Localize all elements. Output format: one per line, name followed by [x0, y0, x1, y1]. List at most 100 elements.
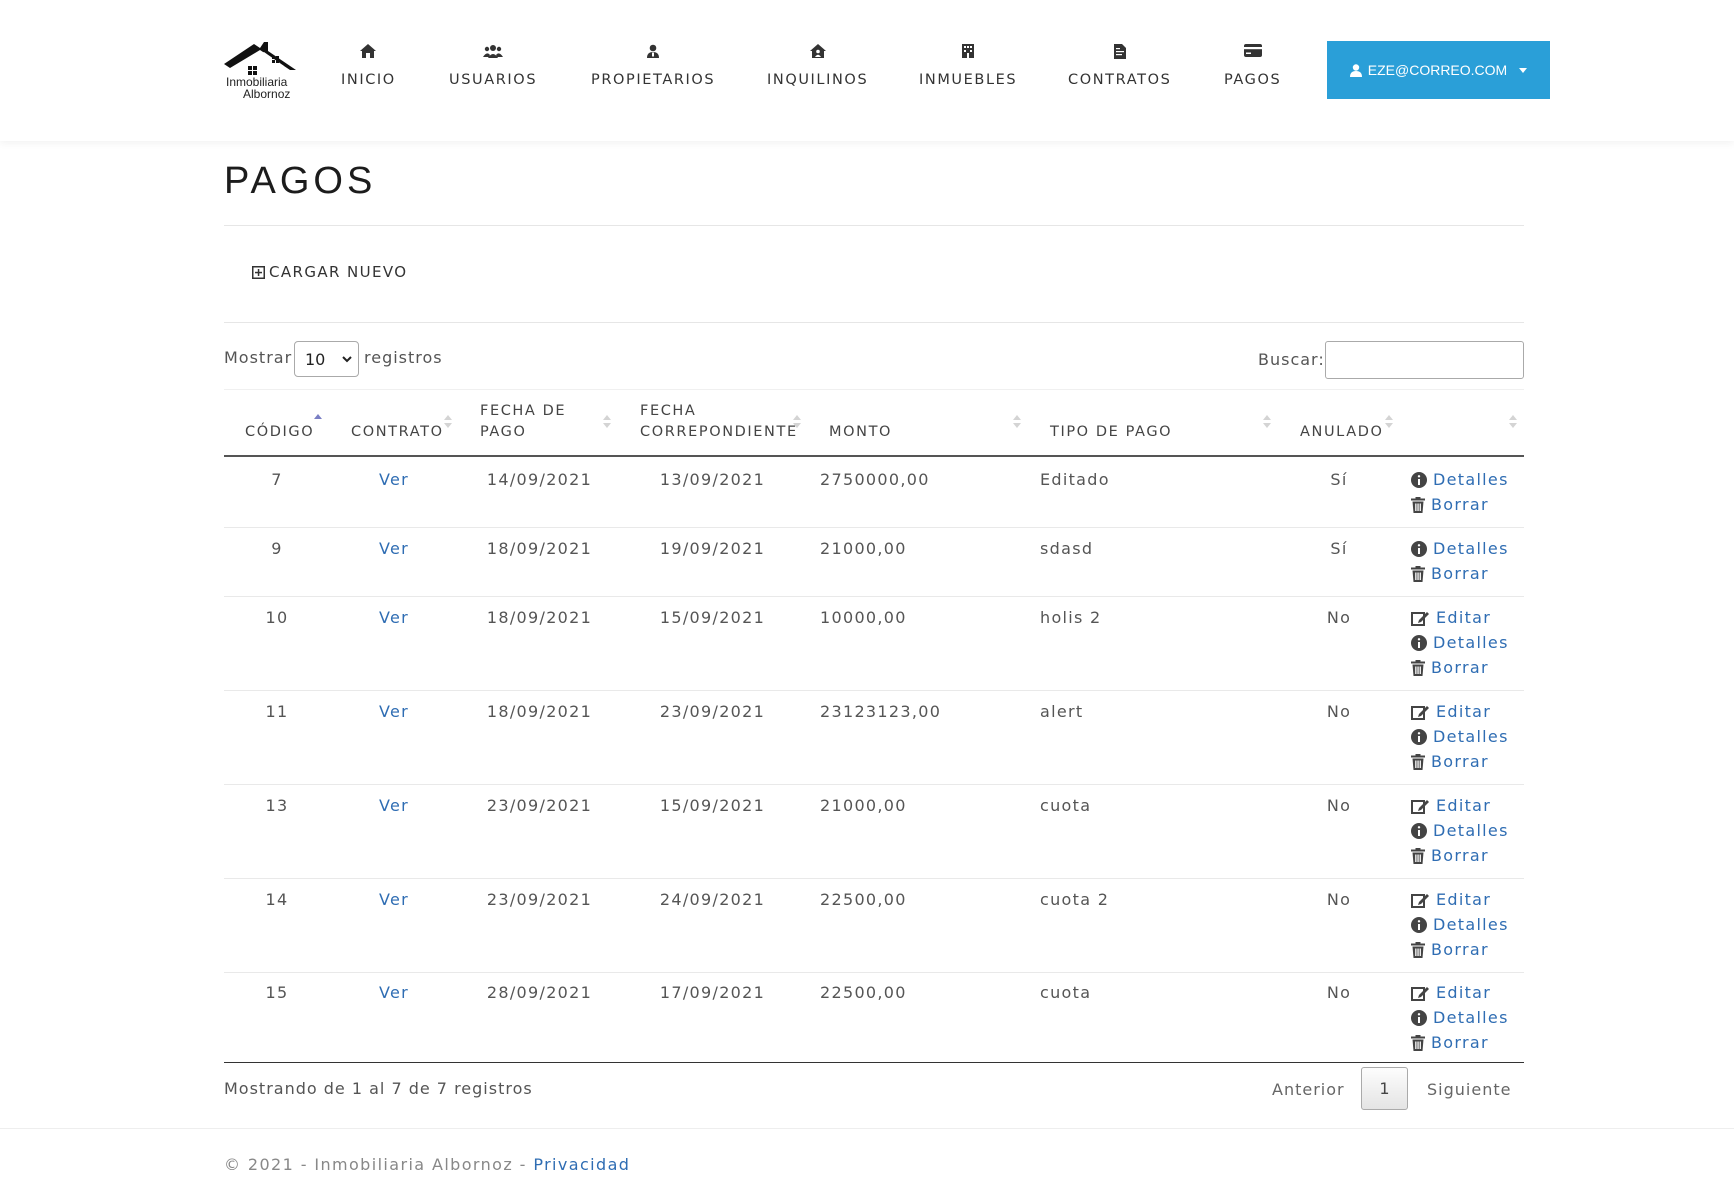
contract-view-link[interactable]: Ver [359, 470, 429, 489]
action-label: Editar [1436, 983, 1492, 1002]
action-label: Editar [1436, 608, 1492, 627]
contract-view-link[interactable]: Ver [359, 608, 429, 627]
details-link[interactable]: Detalles [1411, 539, 1509, 558]
contract-view-link[interactable]: Ver [359, 702, 429, 721]
delete-link[interactable]: Borrar [1411, 564, 1489, 583]
user-menu-button[interactable]: EZE@CORREO.COM [1327, 41, 1550, 99]
edit-link[interactable]: Editar [1411, 983, 1491, 1002]
edit-link[interactable]: Editar [1411, 890, 1491, 909]
page-1-button[interactable]: 1 [1361, 1067, 1408, 1110]
nav-pagos[interactable]: PAGOS [1224, 44, 1281, 88]
details-link[interactable]: Detalles [1411, 633, 1509, 652]
new-payment-button[interactable]: CARGAR NUEVO [252, 263, 408, 281]
cell-anulado: No [1326, 702, 1352, 721]
cell-anulado: No [1326, 983, 1352, 1002]
header-contrato[interactable]: CONTRATO [351, 422, 444, 443]
header-tipo-pago[interactable]: TIPO DE PAGO [1050, 422, 1172, 443]
previous-page-button[interactable]: Anterior [1272, 1080, 1345, 1099]
contract-view-link[interactable]: Ver [359, 983, 429, 1002]
delete-link[interactable]: Borrar [1411, 846, 1489, 865]
page-size-value: 10 [305, 349, 326, 369]
nav-contratos[interactable]: CONTRATOS [1068, 44, 1171, 88]
table-footer-rule [224, 1062, 1524, 1063]
sort-icon[interactable] [1013, 415, 1021, 429]
nav-inquilinos[interactable]: INQUILINOS [767, 44, 868, 88]
cell-tipo-pago: alert [1040, 702, 1084, 721]
edit-icon [1411, 986, 1429, 1001]
action-label: Borrar [1431, 658, 1489, 677]
show-entries-label: Mostrar [224, 348, 293, 367]
info-circle-icon [1411, 540, 1427, 557]
edit-link[interactable]: Editar [1411, 796, 1491, 815]
details-link[interactable]: Detalles [1411, 727, 1509, 746]
brand-name: Inmobiliaria Albornoz [226, 76, 290, 100]
action-label: Editar [1436, 796, 1492, 815]
brand-logo[interactable]: Inmobiliaria Albornoz [224, 40, 296, 102]
sort-icon[interactable] [1385, 415, 1393, 429]
cell-fecha-correspondiente: 17/09/2021 [659, 983, 766, 1002]
divider [224, 322, 1524, 323]
sort-icon[interactable] [314, 414, 322, 428]
cell-anulado: No [1326, 890, 1352, 909]
sort-icon[interactable] [1509, 415, 1517, 429]
delete-link[interactable]: Borrar [1411, 658, 1489, 677]
contract-view-link[interactable]: Ver [359, 890, 429, 909]
delete-link[interactable]: Borrar [1411, 940, 1489, 959]
sort-icon[interactable] [793, 415, 801, 429]
edit-icon [1411, 893, 1429, 908]
sort-icon[interactable] [444, 415, 452, 429]
header-line: FECHA DE [480, 403, 567, 419]
nav-label: CONTRATOS [1068, 72, 1172, 88]
privacy-link[interactable]: Privacidad [533, 1155, 630, 1174]
contract-view-link[interactable]: Ver [359, 539, 429, 558]
cell-tipo-pago: cuota 2 [1040, 890, 1110, 909]
row-divider [224, 878, 1524, 879]
building-icon [919, 44, 1017, 64]
user-email: EZE@CORREO.COM [1367, 62, 1508, 78]
cell-fecha-pago: 14/09/2021 [486, 470, 593, 489]
nav-inmuebles[interactable]: INMUEBLES [919, 44, 1017, 88]
header-line: FECHA [640, 403, 697, 419]
details-link[interactable]: Detalles [1411, 915, 1509, 934]
file-contract-icon [1068, 44, 1171, 64]
row-divider [224, 972, 1524, 973]
delete-link[interactable]: Borrar [1411, 752, 1489, 771]
header-anulado[interactable]: ANULADO [1300, 422, 1384, 443]
row-divider [224, 690, 1524, 691]
nav-propietarios[interactable]: PROPIETARIOS [591, 44, 715, 88]
search-input[interactable] [1325, 341, 1524, 379]
nav-usuarios[interactable]: USUARIOS [449, 44, 537, 88]
cell-fecha-correspondiente: 24/09/2021 [659, 890, 766, 909]
house-logo-icon [224, 42, 296, 76]
contract-view-link[interactable]: Ver [359, 796, 429, 815]
delete-link[interactable]: Borrar [1411, 495, 1489, 514]
details-link[interactable]: Detalles [1411, 1008, 1509, 1027]
cell-codigo: 14 [265, 890, 289, 909]
next-page-button[interactable]: Siguiente [1427, 1080, 1511, 1099]
cell-anulado: No [1326, 608, 1352, 627]
trash-icon [1411, 847, 1425, 864]
edit-link[interactable]: Editar [1411, 608, 1491, 627]
nav-label: PAGOS [1224, 72, 1282, 88]
cell-monto: 21000,00 [820, 796, 907, 815]
header-codigo[interactable]: CÓDIGO [245, 422, 314, 443]
sort-icon[interactable] [603, 415, 611, 429]
header-fecha-correspondiente[interactable]: FECHA CORREPONDIENTE [640, 401, 798, 443]
details-link[interactable]: Detalles [1411, 821, 1509, 840]
header-monto[interactable]: MONTO [829, 422, 892, 443]
cell-fecha-pago: 23/09/2021 [486, 890, 593, 909]
cell-fecha-pago: 18/09/2021 [486, 702, 593, 721]
credit-card-icon [1224, 44, 1281, 64]
delete-link[interactable]: Borrar [1411, 1033, 1489, 1052]
page-size-select[interactable]: 10 [294, 341, 359, 377]
details-link[interactable]: Detalles [1411, 470, 1509, 489]
sort-icon[interactable] [1263, 415, 1271, 429]
brand-line-2: Albornoz [243, 87, 291, 101]
cell-fecha-pago: 18/09/2021 [486, 539, 593, 558]
action-label: Borrar [1431, 564, 1489, 583]
header-fecha-pago[interactable]: FECHA DE PAGO [480, 401, 566, 443]
edit-link[interactable]: Editar [1411, 702, 1491, 721]
cell-tipo-pago: cuota [1040, 796, 1092, 815]
footer: © 2021 - Inmobiliaria Albornoz - Privaci… [224, 1155, 630, 1174]
nav-inicio[interactable]: INICIO [341, 44, 396, 88]
